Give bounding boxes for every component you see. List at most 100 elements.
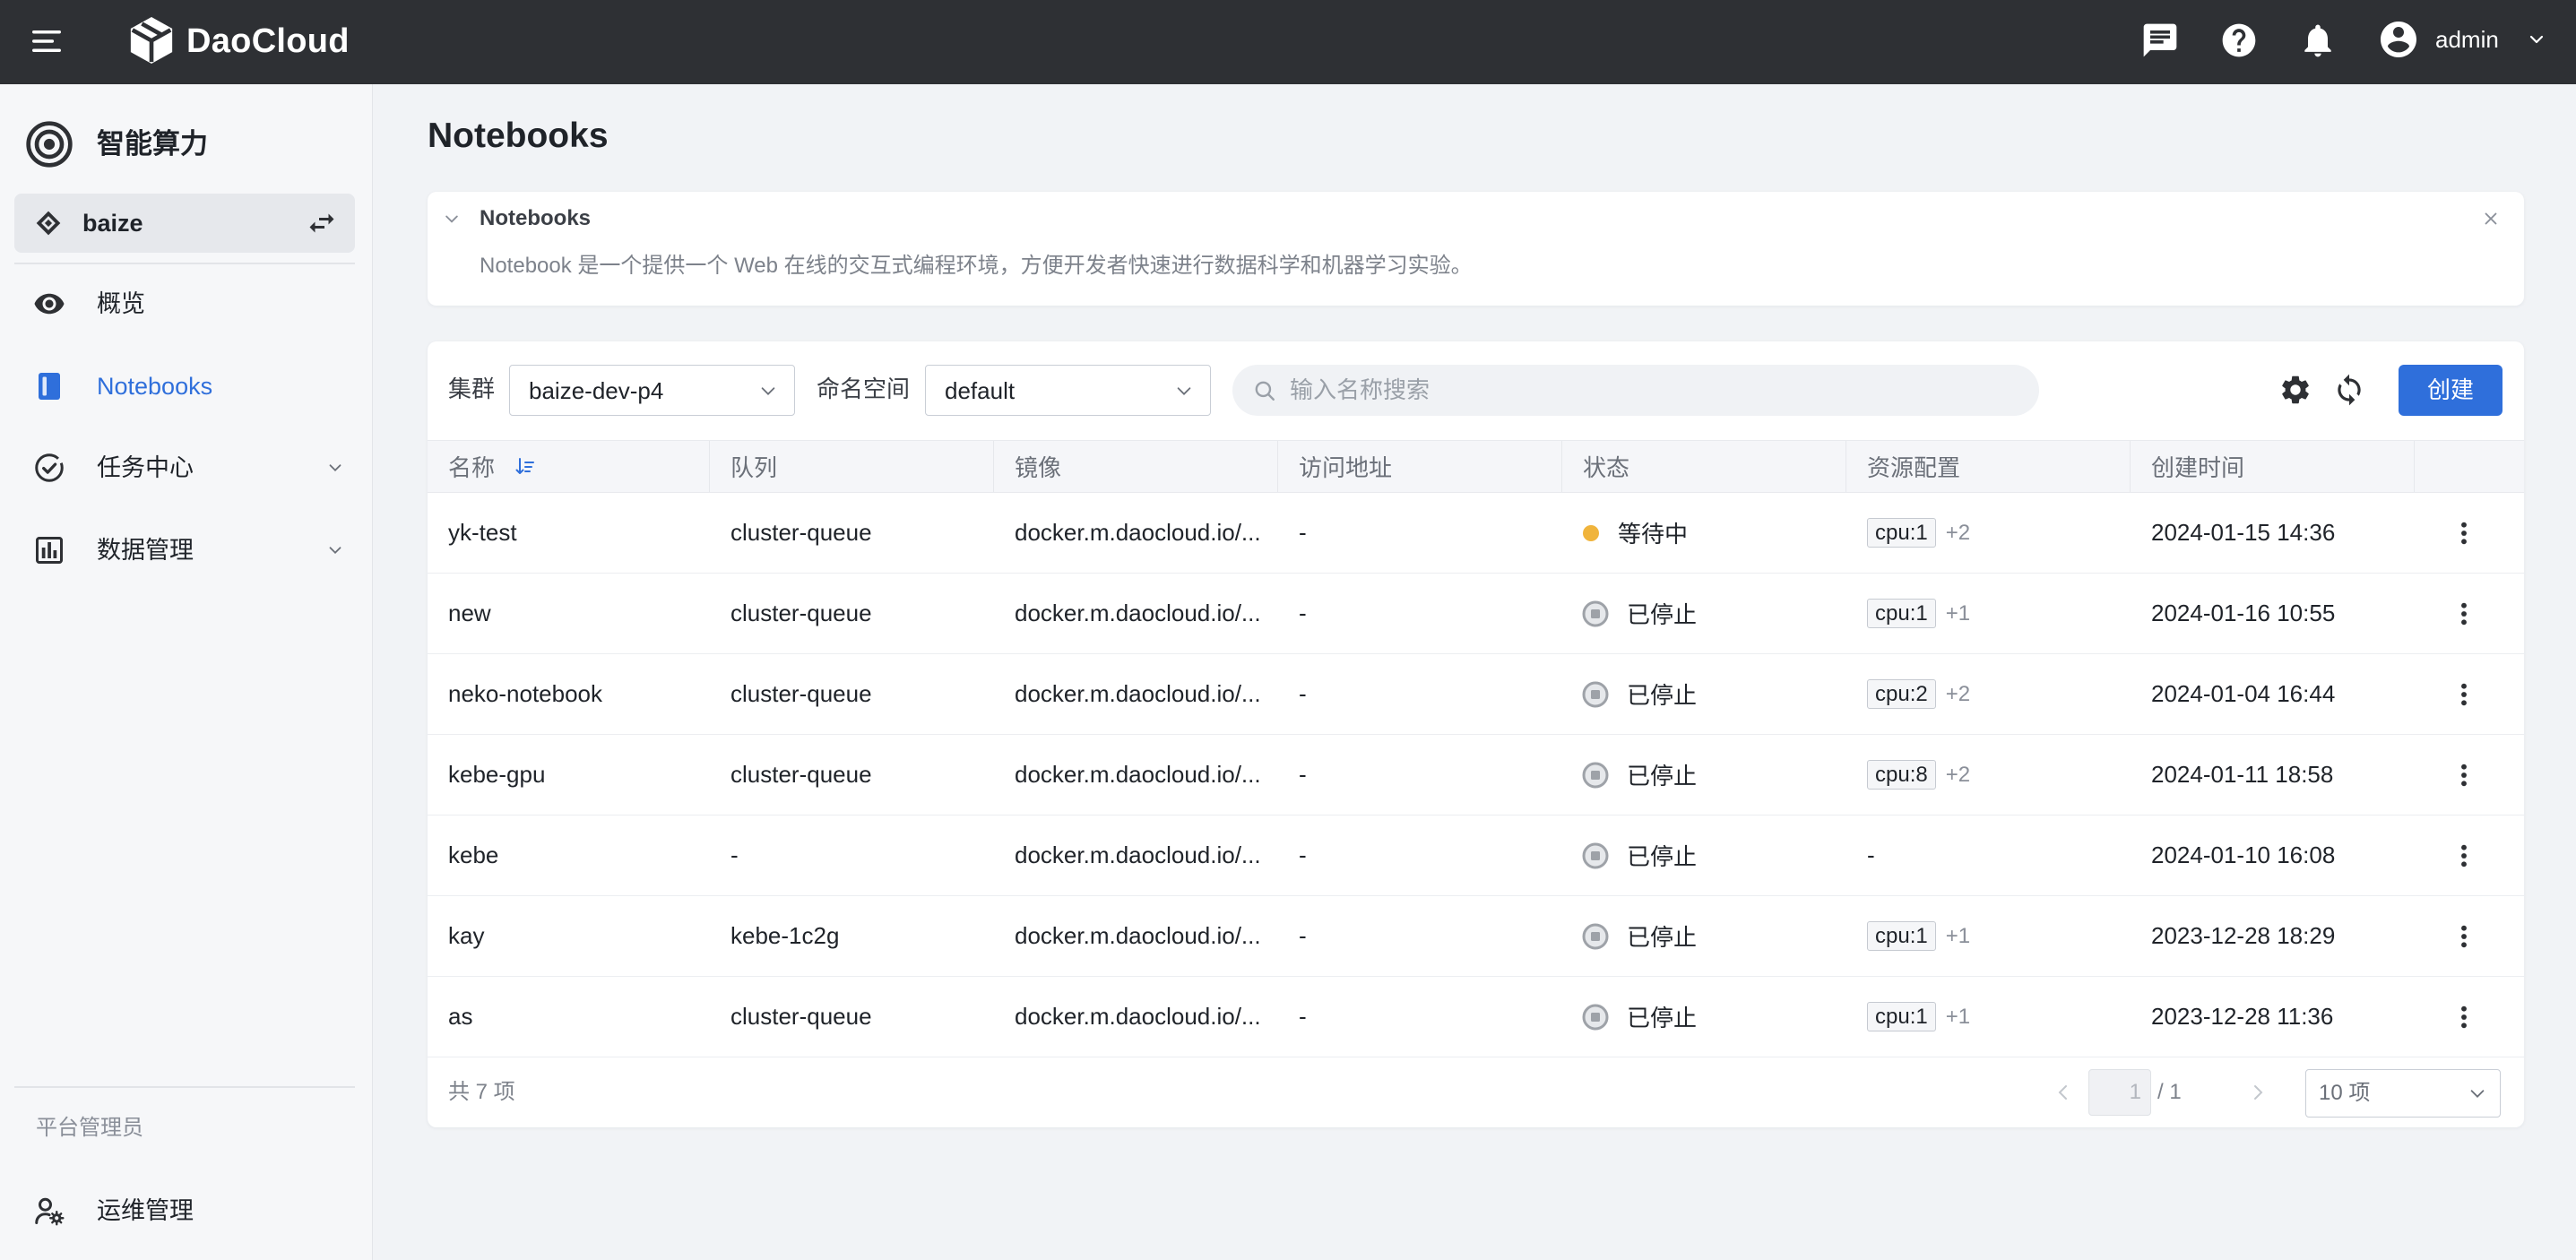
- status-text: 等待中: [1618, 521, 1689, 548]
- cell-url: -: [1278, 654, 1562, 734]
- stopped-icon: [1582, 842, 1609, 869]
- image-name: docker.m.daocloud.io/...: [1015, 761, 1261, 788]
- more-actions-button[interactable]: [2450, 600, 2478, 628]
- resource-more-count[interactable]: +2: [1946, 521, 1970, 546]
- chevron-down-icon[interactable]: [2526, 29, 2547, 50]
- notebook-name[interactable]: kay: [448, 922, 484, 950]
- column-header-name[interactable]: 名称: [428, 441, 710, 492]
- more-actions-button[interactable]: [2450, 922, 2478, 951]
- image-name: docker.m.daocloud.io/...: [1015, 519, 1261, 546]
- close-icon[interactable]: [2481, 209, 2501, 229]
- more-actions-button[interactable]: [2450, 841, 2478, 870]
- table-row[interactable]: neko-notebook cluster-queue docker.m.daocl…: [428, 654, 2524, 735]
- brand-name[interactable]: DaoCloud: [186, 19, 350, 64]
- notebook-name[interactable]: as: [448, 1003, 472, 1031]
- status-text: 已停止: [1627, 763, 1698, 790]
- resource-tag: cpu:1: [1867, 921, 1936, 951]
- created-time: 2024-01-15 14:36: [2151, 519, 2336, 546]
- cluster-select-value: baize-dev-p4: [529, 377, 664, 404]
- notebook-name[interactable]: new: [448, 600, 491, 627]
- cell-resources: -: [1846, 816, 2131, 895]
- cell-actions: [2415, 896, 2524, 976]
- switch-icon[interactable]: [306, 207, 338, 239]
- resource-more-count[interactable]: +1: [1946, 601, 1970, 626]
- resource-more-count[interactable]: +2: [1946, 682, 1970, 707]
- cell-created: 2024-01-11 18:58: [2131, 735, 2415, 815]
- resource-tag: cpu:8: [1867, 760, 1936, 790]
- table-row[interactable]: kay kebe-1c2g docker.m.daocloud.io/... - 已停止…: [428, 896, 2524, 977]
- access-url: -: [1299, 600, 1307, 626]
- sidebar-item-ops-management[interactable]: 运维管理: [14, 1175, 355, 1247]
- notebook-name[interactable]: yk-test: [448, 519, 517, 547]
- daocloud-logo-icon[interactable]: [127, 13, 176, 67]
- created-time: 2024-01-04 16:44: [2151, 680, 2336, 707]
- stopped-icon: [1582, 762, 1609, 789]
- cluster-select[interactable]: baize-dev-p4: [509, 365, 795, 416]
- notebook-name[interactable]: kebe-gpu: [448, 761, 545, 789]
- table-row[interactable]: as cluster-queue docker.m.daocloud.io/... -…: [428, 977, 2524, 1057]
- workspace-selector[interactable]: baize: [14, 194, 355, 253]
- cell-url: -: [1278, 977, 1562, 1057]
- table-row[interactable]: kebe-gpu cluster-queue docker.m.daocloud.i…: [428, 735, 2524, 816]
- module-title: 智能算力: [97, 128, 208, 160]
- created-time: 2023-12-28 11:36: [2151, 1003, 2334, 1030]
- access-url: -: [1299, 1003, 1307, 1030]
- table-row[interactable]: yk-test cluster-queue docker.m.daocloud.io…: [428, 493, 2524, 574]
- sidebar-item-task-center[interactable]: 任务中心: [14, 432, 355, 504]
- avatar-icon[interactable]: [2377, 18, 2420, 61]
- resource-more-count[interactable]: +2: [1946, 763, 1970, 788]
- more-actions-button[interactable]: [2450, 519, 2478, 548]
- image-name: docker.m.daocloud.io/...: [1015, 680, 1261, 707]
- notebook-name[interactable]: kebe: [448, 841, 498, 869]
- kebab-icon: [2450, 1003, 2478, 1031]
- namespace-select[interactable]: default: [925, 365, 1211, 416]
- status-text: 已停止: [1627, 924, 1698, 951]
- cell-queue: cluster-queue: [710, 654, 994, 734]
- chevron-down-icon[interactable]: [443, 210, 461, 228]
- chevron-right-icon[interactable]: [2247, 1082, 2269, 1103]
- sort-icon[interactable]: [514, 456, 536, 478]
- chevron-down-icon: [2468, 1083, 2487, 1103]
- table-row[interactable]: new cluster-queue docker.m.daocloud.io/...…: [428, 574, 2524, 654]
- refresh-icon[interactable]: [2332, 373, 2366, 407]
- cell-created: 2024-01-16 10:55: [2131, 574, 2415, 653]
- chevron-down-icon: [758, 381, 778, 401]
- table-row[interactable]: kebe - docker.m.daocloud.io/... - 已停止 - 2024-0…: [428, 816, 2524, 896]
- sidebar-item-data-management[interactable]: 数据管理: [14, 514, 355, 586]
- cell-actions: [2415, 574, 2524, 653]
- chevron-down-icon[interactable]: [325, 540, 345, 560]
- notebook-name[interactable]: neko-notebook: [448, 680, 602, 708]
- sidebar-item-notebooks[interactable]: Notebooks: [14, 350, 355, 422]
- chevron-left-icon[interactable]: [2053, 1082, 2074, 1103]
- more-actions-button[interactable]: [2450, 680, 2478, 709]
- more-actions-button[interactable]: [2450, 761, 2478, 790]
- image-name: docker.m.daocloud.io/...: [1015, 841, 1261, 868]
- ops-admin-icon: [33, 1195, 65, 1227]
- page-number-input[interactable]: 1: [2088, 1069, 2151, 1116]
- menu-icon[interactable]: [30, 24, 64, 58]
- gear-icon[interactable]: [2278, 373, 2312, 407]
- stopped-icon: [1582, 600, 1609, 627]
- more-actions-button[interactable]: [2450, 1003, 2478, 1031]
- cell-resources: cpu:1 +1: [1846, 977, 2131, 1057]
- sidebar-item-overview[interactable]: 概览: [14, 268, 355, 340]
- page-size-select[interactable]: 10 项: [2305, 1069, 2501, 1118]
- help-icon[interactable]: [2219, 21, 2259, 60]
- cell-resources: cpu:1 +1: [1846, 574, 2131, 653]
- cell-actions: [2415, 735, 2524, 815]
- user-name[interactable]: admin: [2435, 23, 2499, 56]
- create-button[interactable]: 创建: [2399, 365, 2503, 416]
- resource-tag: cpu:1: [1867, 599, 1936, 628]
- access-url: -: [1299, 922, 1307, 949]
- stopped-icon: [1582, 1004, 1609, 1031]
- queue-name: -: [730, 841, 739, 868]
- search-input[interactable]: 输入名称搜索: [1232, 365, 2039, 416]
- pending-dot-icon: [1582, 524, 1600, 542]
- resource-more-count[interactable]: +1: [1946, 924, 1970, 949]
- resource-more-count[interactable]: +1: [1946, 1005, 1970, 1030]
- access-url: -: [1299, 761, 1307, 788]
- resource-text: -: [1867, 841, 1875, 868]
- bell-icon[interactable]: [2298, 21, 2338, 60]
- chat-icon[interactable]: [2140, 21, 2180, 60]
- chevron-down-icon[interactable]: [325, 458, 345, 478]
